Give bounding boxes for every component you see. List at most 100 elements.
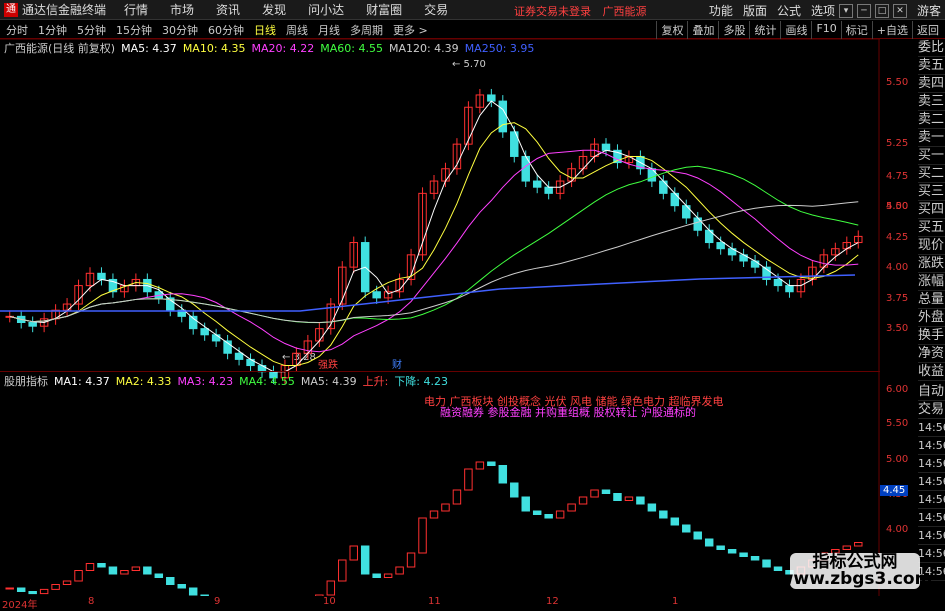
statistics-button[interactable]: 统计: [749, 21, 780, 39]
indicator-candle: [349, 545, 358, 561]
close-icon[interactable]: ✕: [892, 3, 907, 18]
tab-monthly[interactable]: 月线: [318, 22, 340, 38]
indicator-candle: [750, 556, 760, 561]
trade-field-label[interactable]: 自动: [918, 383, 945, 401]
menu-item-wealth[interactable]: 财富圈: [366, 1, 402, 18]
menu-formula[interactable]: 公式: [777, 2, 801, 19]
ind-price-tick: 5.50: [886, 418, 909, 429]
trade-field-label: 14:56: [918, 527, 945, 545]
menu-function[interactable]: 功能: [709, 2, 733, 19]
quote-field-label: 卖五: [918, 58, 945, 75]
add-watchlist-button[interactable]: +自选: [871, 21, 912, 39]
price-tick: 4.50: [886, 201, 909, 212]
ma-line: [9, 122, 859, 367]
indicator-candle: [326, 580, 336, 596]
date-axis: 2024年 8 9 10 11 12 1: [0, 596, 880, 611]
candlestick-chart[interactable]: ← 5.70 ← 3.28 强跌 财: [0, 39, 880, 596]
candle-body: [97, 272, 106, 280]
quote-field-label: 买五: [918, 220, 945, 237]
toolbar-right: 复权 叠加 多股 统计 画线 F10 标记 +自选 返回: [656, 21, 943, 39]
indicator-candle: [372, 573, 381, 578]
menu-item-trade[interactable]: 交易: [424, 1, 448, 18]
tab-daily[interactable]: 日线: [254, 22, 276, 38]
indicator-candle: [693, 531, 702, 540]
menu-item-news[interactable]: 资讯: [216, 1, 240, 18]
minimize-icon[interactable]: ─: [856, 3, 871, 18]
multi-stock-button[interactable]: 多股: [718, 21, 749, 39]
tab-more[interactable]: 更多 >: [393, 22, 428, 38]
indicator-candle: [510, 482, 519, 498]
ma-line: [9, 201, 859, 324]
candle-body: [750, 260, 760, 268]
maximize-icon[interactable]: □: [874, 3, 889, 18]
indicator-candle: [590, 489, 599, 498]
price-tick: 5.25: [886, 138, 909, 149]
menu-item-markets[interactable]: 市场: [170, 1, 194, 18]
menu-item-discover[interactable]: 发现: [262, 1, 286, 18]
draw-line-button[interactable]: 画线: [780, 21, 811, 39]
tab-5min[interactable]: 5分钟: [77, 22, 106, 38]
menu-item-market[interactable]: 行情: [124, 1, 148, 18]
quote-field-label: 卖二: [918, 112, 945, 129]
menu-layout[interactable]: 版面: [743, 2, 767, 19]
indicator-candle: [762, 559, 771, 568]
indicator-candle: [842, 545, 852, 550]
indicator-candle: [521, 496, 530, 512]
watermark-logo: 指标公式网 www.zbgs3.com: [778, 553, 932, 589]
menu-item-ask[interactable]: 问小达: [308, 1, 344, 18]
indicator-candle: [716, 545, 725, 550]
tab-60min[interactable]: 60分钟: [208, 22, 244, 38]
quote-field-label: 卖三: [918, 94, 945, 111]
f10-button[interactable]: F10: [811, 21, 840, 39]
guest-button[interactable]: 游客: [917, 2, 941, 19]
tab-weekly[interactable]: 周线: [286, 22, 308, 38]
indicator-candle: [647, 503, 657, 512]
indicator-candle: [16, 587, 26, 592]
quote-field-label: 委比: [918, 40, 945, 57]
candle-body: [532, 180, 542, 188]
current-price-tag: 4.45: [880, 485, 909, 496]
candle-body: [544, 186, 553, 194]
indicator-candle: [532, 510, 542, 515]
date-label: 11: [428, 596, 441, 607]
tab-multi-period[interactable]: 多周期: [350, 22, 383, 38]
mark-button[interactable]: 标记: [840, 21, 872, 39]
indicator-legend: 股朋指标 MA1: 4.37 MA2: 4.33 MA3: 4.23 MA4: …: [4, 373, 454, 389]
quote-field-label: 换手: [918, 328, 945, 345]
candle-body: [659, 180, 668, 194]
overlay-button[interactable]: 叠加: [687, 21, 718, 39]
dropdown-icon[interactable]: ▾: [838, 3, 853, 18]
indicator-candle: [487, 461, 496, 466]
tab-1min[interactable]: 1分钟: [38, 22, 67, 38]
candle-body: [234, 352, 244, 360]
price-tick: 3.50: [886, 323, 909, 334]
right-menu: 功能 版面 公式 选项 ▾ ─ □ ✕ 游客: [699, 2, 941, 19]
login-status: 证券交易未登录 广西能源: [514, 3, 655, 19]
back-button[interactable]: 返回: [912, 21, 943, 39]
quote-field-label: 涨跌: [918, 256, 945, 273]
candle-body: [670, 192, 680, 207]
tab-intraday[interactable]: 分时: [6, 22, 28, 38]
current-stock-name: 广西能源: [602, 5, 647, 18]
candle-body: [487, 94, 496, 102]
ind-ma1-label: MA1: 4.37: [54, 374, 110, 388]
tab-15min[interactable]: 15分钟: [116, 22, 152, 38]
date-label: 8: [88, 596, 95, 607]
trade-field-label[interactable]: 交易: [918, 401, 945, 419]
ind-ma2-label: MA2: 4.33: [115, 374, 172, 388]
quote-field-label: 外盘: [918, 310, 945, 327]
tab-30min[interactable]: 30分钟: [162, 22, 198, 38]
candle-body: [647, 168, 657, 182]
indicator-candle: [74, 570, 83, 582]
indicator-candle: [395, 566, 404, 575]
quote-field-label: 买二: [918, 166, 945, 183]
ind-price-tick: 4.00: [886, 524, 909, 535]
indicator-candle: [406, 552, 416, 568]
date-label: 9: [214, 596, 221, 607]
date-label: 1: [672, 596, 679, 607]
trade-field-label: 14:56: [918, 437, 945, 455]
candle-body: [716, 242, 725, 250]
menu-options[interactable]: 选项: [811, 2, 835, 19]
quote-field-label: 收益: [918, 364, 945, 381]
adjust-button[interactable]: 复权: [656, 21, 687, 39]
